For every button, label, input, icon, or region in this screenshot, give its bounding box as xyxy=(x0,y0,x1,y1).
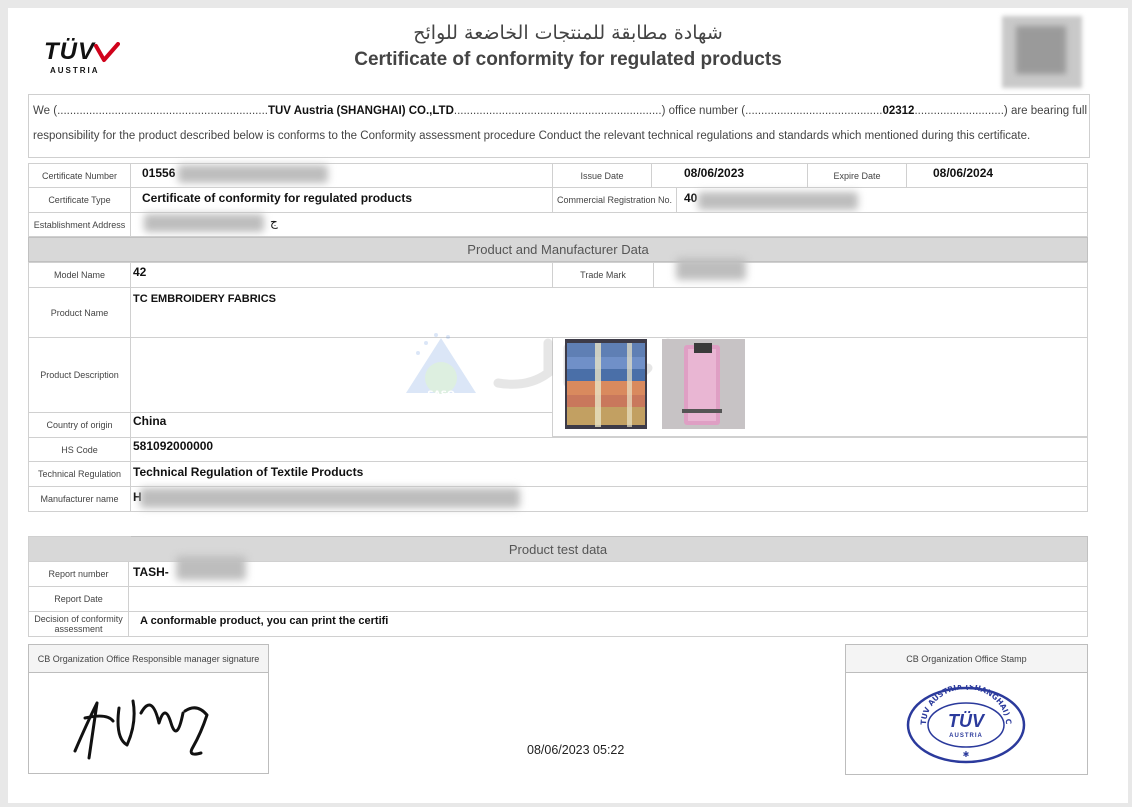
regulation-label: Technical Regulation xyxy=(28,461,131,487)
stamp-brand: TÜV xyxy=(948,711,986,731)
signature-timestamp: 08/06/2023 05:22 xyxy=(527,743,625,757)
description-label: Product Description xyxy=(28,337,131,413)
model-value: 42 xyxy=(133,265,147,279)
report-date-label: Report Date xyxy=(28,586,129,612)
product-photo-stack xyxy=(565,339,647,429)
stamp-box: CB Organization Office Stamp TUV AUSTRIA… xyxy=(845,644,1088,775)
report-number-label: Report number xyxy=(28,561,129,587)
title-arabic: شهادة مطابقة للمنتجات الخاضعة للوائح xyxy=(413,22,723,44)
commercial-reg-redacted xyxy=(698,192,858,210)
hs-code-cell xyxy=(130,437,1088,462)
declaration-box: We (....................................… xyxy=(28,94,1090,158)
test-section-left-cell xyxy=(28,536,131,562)
signature-box: CB Organization Office Responsible manag… xyxy=(28,644,269,774)
manufacturer-label: Manufacturer name xyxy=(28,486,131,512)
address-redacted xyxy=(144,214,264,232)
trademark-redacted xyxy=(676,258,746,280)
signature-label: CB Organization Office Responsible manag… xyxy=(29,645,268,673)
report-date-cell xyxy=(128,586,1088,612)
title-english: Certificate of conformity for regulated … xyxy=(354,49,782,70)
declaration-line-1: We (....................................… xyxy=(33,105,1088,117)
expire-date-label: Expire Date xyxy=(807,163,907,188)
watermark-text: SASO xyxy=(427,390,455,400)
office-number: 02312 xyxy=(882,105,915,117)
cert-type-label: Certificate Type xyxy=(28,187,131,213)
decision-label: Decision of conformity assessment xyxy=(28,611,129,637)
certificate-page: TÜV AUSTRIA شهادة مطابقة للمنتجات الخاضع… xyxy=(8,8,1128,803)
manufacturer-redacted xyxy=(140,488,520,508)
report-number-redacted xyxy=(176,556,246,580)
country-cell xyxy=(130,412,553,438)
address-value: ج xyxy=(270,215,278,229)
cert-type-value: Certificate of conformity for regulated … xyxy=(142,191,413,205)
report-number-value: TASH- xyxy=(133,565,169,579)
product-name-label: Product Name xyxy=(28,287,131,338)
country-value: China xyxy=(133,414,167,428)
trademark-label: Trade Mark xyxy=(552,262,654,288)
saso-logo-icon: SASO xyxy=(406,333,476,400)
stamp-label: CB Organization Office Stamp xyxy=(846,645,1087,673)
hs-code-value: 581092000000 xyxy=(133,439,214,453)
product-photo-pink xyxy=(662,339,745,429)
company-name: TUV Austria (SHANGHAI) CO.,LTD xyxy=(267,105,454,117)
product-section-header: Product and Manufacturer Data xyxy=(28,237,1088,262)
issue-date-value: 08/06/2023 xyxy=(684,166,745,180)
declaration-line-2: responsibility for the product described… xyxy=(33,130,1031,142)
stamp-sub: AUSTRIA xyxy=(949,733,983,739)
model-cell xyxy=(130,262,553,288)
issue-date-label: Issue Date xyxy=(552,163,652,188)
decision-value: A conformable product, you can print the… xyxy=(140,615,389,627)
expire-date-value: 08/06/2024 xyxy=(933,166,994,180)
hs-code-label: HS Code xyxy=(28,437,131,462)
handwritten-signature xyxy=(73,699,209,760)
regulation-value: Technical Regulation of Textile Products xyxy=(133,465,364,479)
qr-code-redacted-inner xyxy=(1016,26,1066,74)
product-name-value: TC EMBROIDERY FABRICS xyxy=(133,293,277,305)
cert-number-redacted xyxy=(178,165,328,183)
address-label: Establishment Address xyxy=(28,212,131,237)
country-label: Country of origin xyxy=(28,412,131,438)
svg-text:✱: ✱ xyxy=(963,750,970,759)
commercial-reg-label: Commercial Registration No. xyxy=(552,187,677,213)
commercial-reg-value: 40 xyxy=(684,191,698,205)
report-number-cell xyxy=(128,561,1088,587)
cert-number-value: 01556 xyxy=(142,166,176,180)
company-stamp-icon: TUV AUSTRIA (SHANGHAI) CO.,LTD TÜV AUSTR… xyxy=(904,685,1026,764)
model-label: Model Name xyxy=(28,262,131,288)
cert-number-label: Certificate Number xyxy=(28,163,131,188)
